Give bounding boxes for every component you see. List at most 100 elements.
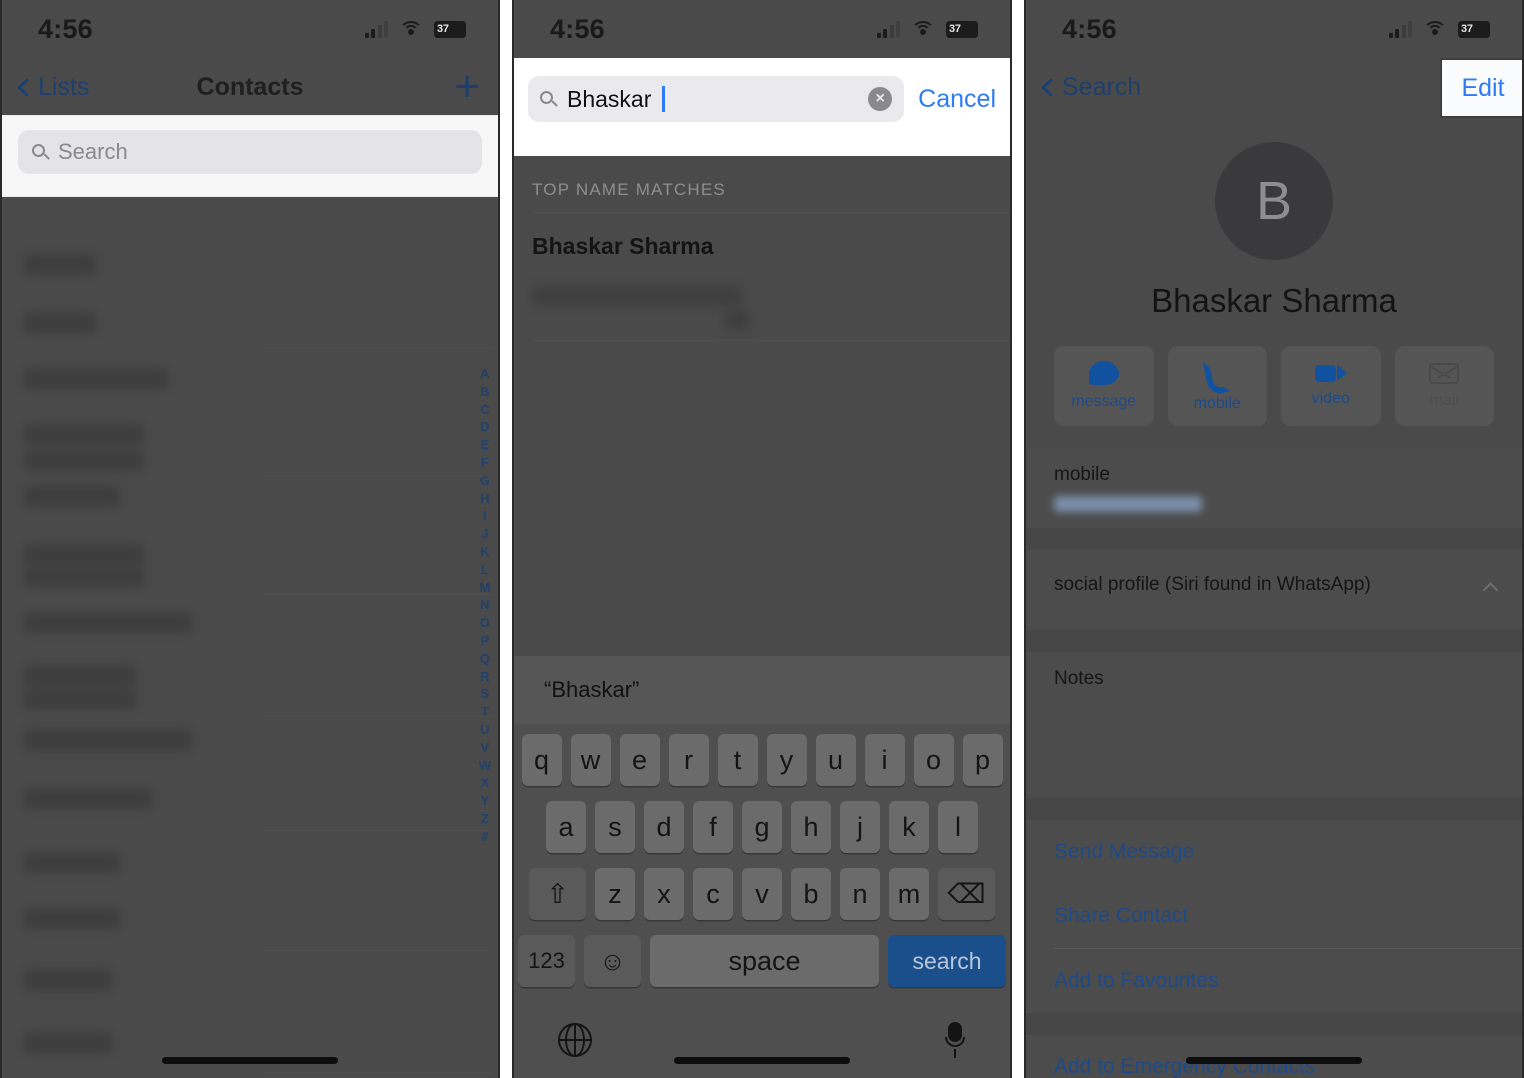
key-e[interactable]: e: [619, 734, 660, 786]
alpha-index-letter[interactable]: Y: [481, 792, 490, 810]
key-y[interactable]: y: [766, 734, 807, 786]
cancel-search-button[interactable]: Cancel: [918, 85, 996, 114]
space-key[interactable]: space: [650, 935, 879, 987]
list-item[interactable]: [0, 358, 500, 418]
field-row-social-profile[interactable]: social profile (Siri found in WhatsApp): [1024, 550, 1524, 630]
emoji-key[interactable]: ☺: [584, 935, 641, 987]
share-contact-link[interactable]: Share Contact: [1024, 884, 1524, 948]
alpha-index-letter[interactable]: P: [481, 632, 490, 650]
key-x[interactable]: x: [644, 868, 684, 920]
video-action-button[interactable]: video: [1281, 346, 1381, 426]
search-input[interactable]: Bhaskar ×: [528, 76, 905, 122]
key-i[interactable]: i: [864, 734, 905, 786]
field-row-mobile[interactable]: mobile: [1024, 448, 1524, 528]
key-w[interactable]: w: [570, 734, 611, 786]
alpha-index-letter[interactable]: Z: [481, 810, 489, 828]
key-f[interactable]: f: [693, 801, 733, 853]
message-action-button[interactable]: message: [1054, 346, 1154, 426]
search-result-item[interactable]: Bhaskar Sharma: [512, 213, 1012, 280]
backspace-key[interactable]: ⌫: [938, 868, 995, 920]
alpha-index-letter[interactable]: D: [480, 418, 489, 436]
alpha-index-letter[interactable]: F: [481, 454, 489, 472]
alpha-index-letter[interactable]: H: [480, 490, 489, 508]
alpha-index-letter[interactable]: X: [481, 774, 490, 792]
notes-body[interactable]: [1054, 690, 1494, 782]
alphabet-index[interactable]: A B C D E F G H I J K L M N O P Q R S T …: [479, 365, 491, 846]
key-r[interactable]: r: [668, 734, 709, 786]
list-item[interactable]: [0, 238, 500, 298]
key-z[interactable]: z: [595, 868, 635, 920]
key-m[interactable]: m: [889, 868, 929, 920]
prediction-candidate[interactable]: “Bhaskar”: [544, 677, 639, 703]
clear-search-button[interactable]: ×: [868, 87, 893, 111]
alpha-index-letter[interactable]: J: [481, 525, 488, 543]
alpha-index-letter[interactable]: Q: [480, 650, 490, 668]
key-t[interactable]: t: [717, 734, 758, 786]
alpha-index-letter[interactable]: M: [479, 579, 490, 597]
field-value-redacted[interactable]: [1054, 496, 1202, 512]
back-to-lists-button[interactable]: Lists: [17, 73, 89, 102]
key-l[interactable]: l: [938, 801, 978, 853]
alpha-index-letter[interactable]: S: [481, 685, 490, 703]
field-row-notes[interactable]: Notes: [1024, 652, 1524, 798]
alpha-index-letter[interactable]: K: [480, 543, 489, 561]
alpha-index-letter[interactable]: R: [480, 668, 489, 686]
list-item[interactable]: [0, 658, 500, 718]
alpha-index-letter[interactable]: G: [480, 472, 490, 490]
list-item[interactable]: [0, 478, 500, 538]
alpha-index-letter[interactable]: E: [481, 436, 490, 454]
onscreen-keyboard[interactable]: “Bhaskar” q w e r t y u i o p a s d f g …: [512, 656, 1012, 1078]
alpha-index-letter[interactable]: B: [480, 383, 489, 401]
list-item[interactable]: [0, 958, 500, 1018]
key-s[interactable]: s: [595, 801, 635, 853]
key-j[interactable]: j: [840, 801, 880, 853]
microphone-icon[interactable]: [944, 1022, 966, 1058]
list-item[interactable]: [0, 598, 500, 658]
search-key[interactable]: search: [888, 935, 1006, 987]
contacts-list[interactable]: [0, 196, 500, 1078]
alpha-index-letter[interactable]: A: [480, 365, 489, 383]
key-c[interactable]: c: [693, 868, 733, 920]
key-a[interactable]: a: [546, 801, 586, 853]
search-input[interactable]: Search: [18, 130, 482, 174]
key-o[interactable]: o: [913, 734, 954, 786]
alpha-index-letter[interactable]: V: [481, 739, 490, 757]
add-to-favourites-link[interactable]: Add to Favourites: [1024, 949, 1524, 1013]
alpha-index-letter[interactable]: U: [480, 721, 489, 739]
list-item[interactable]: [0, 778, 500, 838]
alpha-index-letter[interactable]: C: [480, 401, 489, 419]
add-contact-button[interactable]: +: [454, 64, 480, 109]
list-item[interactable]: [0, 718, 500, 778]
back-to-search-button[interactable]: Search: [1041, 73, 1141, 102]
search-result-item[interactable]: [512, 280, 1012, 340]
alpha-index-letter[interactable]: W: [479, 757, 491, 775]
send-message-link[interactable]: Send Message: [1024, 820, 1524, 884]
key-d[interactable]: d: [644, 801, 684, 853]
alpha-index-letter[interactable]: T: [481, 703, 489, 721]
call-action-button[interactable]: mobile: [1167, 346, 1267, 426]
globe-icon[interactable]: [558, 1022, 592, 1058]
list-item[interactable]: [0, 898, 500, 958]
key-k[interactable]: k: [889, 801, 929, 853]
alpha-index-letter[interactable]: #: [481, 828, 488, 846]
key-h[interactable]: h: [791, 801, 831, 853]
key-g[interactable]: g: [742, 801, 782, 853]
alpha-index-letter[interactable]: N: [480, 596, 489, 614]
key-b[interactable]: b: [791, 868, 831, 920]
edit-button[interactable]: Edit: [1461, 74, 1504, 103]
alpha-index-letter[interactable]: I: [483, 507, 487, 525]
key-n[interactable]: n: [840, 868, 880, 920]
shift-key[interactable]: ⇧: [529, 868, 586, 920]
key-p[interactable]: p: [962, 734, 1003, 786]
numbers-key[interactable]: 123: [518, 935, 575, 987]
key-q[interactable]: q: [521, 734, 562, 786]
list-item[interactable]: [0, 298, 500, 358]
list-item[interactable]: [0, 538, 500, 598]
list-item[interactable]: [0, 838, 500, 898]
alpha-index-letter[interactable]: O: [480, 614, 490, 632]
list-item[interactable]: [0, 1018, 500, 1078]
key-u[interactable]: u: [815, 734, 856, 786]
keyboard-prediction-bar[interactable]: “Bhaskar”: [512, 656, 1012, 724]
alpha-index-letter[interactable]: L: [481, 561, 489, 579]
list-item[interactable]: [0, 418, 500, 478]
